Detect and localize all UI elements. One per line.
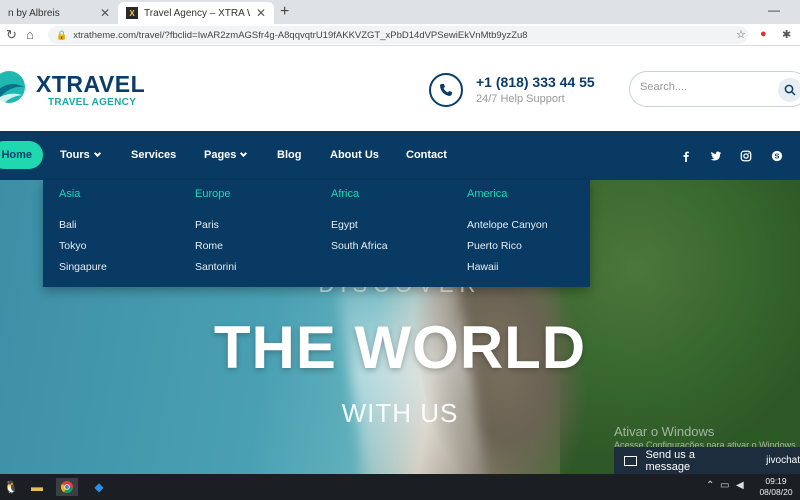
- tab-title: n by Albreis: [8, 7, 60, 19]
- nav-item-contact[interactable]: Contact: [406, 149, 447, 161]
- nav-item-services[interactable]: Services: [131, 149, 176, 161]
- mega-link[interactable]: Egypt: [331, 219, 358, 231]
- clock-date: 08/08/20: [759, 487, 793, 497]
- nav-item-label: Contact: [406, 149, 447, 161]
- url-field[interactable]: 🔒 xtratheme.com/travel/?fbclid=IwAR2zmAG…: [48, 26, 748, 44]
- hero-title: THE WORLD: [213, 314, 587, 381]
- logo-icon[interactable]: [0, 69, 26, 105]
- mega-heading-europe[interactable]: Europe: [195, 188, 230, 200]
- chevron-down-icon: [93, 149, 101, 158]
- mega-link[interactable]: Bali: [59, 219, 77, 231]
- main-navbar: Home Tours Services Pages Blog About Us …: [0, 131, 800, 180]
- home-icon[interactable]: ⌂: [26, 27, 34, 42]
- search-button[interactable]: [778, 78, 800, 102]
- mega-link[interactable]: Tokyo: [59, 240, 86, 252]
- site-header: XTRAVEL TRAVEL AGENCY +1 (818) 333 44 55…: [0, 47, 800, 131]
- windows-activation-title: Ativar o Windows: [614, 424, 715, 439]
- mega-heading-america[interactable]: America: [467, 188, 507, 200]
- skype-icon[interactable]: S: [770, 150, 784, 162]
- phone-number[interactable]: +1 (818) 333 44 55: [476, 74, 595, 90]
- mega-heading-africa[interactable]: Africa: [331, 188, 359, 200]
- close-icon[interactable]: ✕: [256, 6, 266, 20]
- mega-link[interactable]: Santorini: [195, 261, 236, 273]
- chevron-down-icon: [240, 149, 248, 158]
- mega-link[interactable]: South Africa: [331, 240, 388, 252]
- nav-item-tours[interactable]: Tours: [60, 149, 101, 161]
- browser-tab-active[interactable]: X Travel Agency – XTRA WordPres ✕: [118, 2, 274, 24]
- chat-widget[interactable]: Send us a message jivochat: [614, 447, 800, 474]
- search-icon: [784, 84, 796, 96]
- phone-icon: [429, 73, 463, 107]
- tours-mega-menu: Asia Bali Tokyo Singapure Europe Paris R…: [43, 180, 590, 287]
- search-input[interactable]: [640, 81, 770, 93]
- nav-item-pages[interactable]: Pages: [204, 149, 248, 161]
- close-icon[interactable]: ✕: [100, 6, 110, 20]
- puzzle-icon[interactable]: ✱: [782, 28, 791, 41]
- volume-icon[interactable]: ◀: [736, 480, 744, 491]
- nav-item-blog[interactable]: Blog: [277, 149, 301, 161]
- logo-title[interactable]: XTRAVEL: [36, 71, 145, 98]
- browser-tabbar: n by Albreis ✕ X Travel Agency – XTRA Wo…: [0, 0, 800, 24]
- chevron-up-icon[interactable]: ⌃: [706, 480, 714, 491]
- url-text: xtratheme.com/travel/?fbclid=IwAR2zmAGSf…: [73, 29, 528, 41]
- taskbar: 🐧 ▬ ◆ ⌃ ▭ ◀ 09:19 08/08/20: [0, 474, 800, 500]
- envelope-icon: [624, 455, 638, 466]
- mega-heading-asia[interactable]: Asia: [59, 188, 80, 200]
- star-icon[interactable]: ☆: [736, 28, 746, 41]
- minimize-icon[interactable]: —: [768, 3, 780, 17]
- svg-text:S: S: [774, 152, 779, 161]
- nav-item-label: Tours: [60, 149, 90, 161]
- lock-icon: 🔒: [56, 29, 68, 40]
- mega-link[interactable]: Paris: [195, 219, 219, 231]
- vscode-icon[interactable]: ◆: [88, 478, 110, 496]
- tab-title: Travel Agency – XTRA WordPres: [144, 7, 250, 19]
- phone-help-text: 24/7 Help Support: [476, 93, 565, 105]
- nav-item-about[interactable]: About Us: [330, 149, 379, 161]
- facebook-icon[interactable]: [679, 150, 693, 162]
- favicon-icon: X: [126, 7, 138, 19]
- new-tab-icon[interactable]: +: [280, 3, 289, 21]
- logo-subtitle: TRAVEL AGENCY: [48, 97, 137, 108]
- instagram-icon[interactable]: [739, 150, 753, 162]
- battery-icon: ▭: [720, 480, 730, 491]
- nav-item-label: Pages: [204, 149, 237, 161]
- extension-icon[interactable]: ●: [760, 28, 767, 40]
- nav-item-label: Home: [1, 149, 32, 161]
- mega-link[interactable]: Antelope Canyon: [467, 219, 548, 231]
- chat-label: Send us a message: [645, 448, 695, 473]
- linux-icon[interactable]: 🐧: [0, 478, 22, 496]
- chrome-icon[interactable]: [56, 478, 78, 496]
- nav-item-home[interactable]: Home: [0, 141, 43, 169]
- mega-link[interactable]: Hawaii: [467, 261, 499, 273]
- twitter-icon[interactable]: [709, 150, 723, 162]
- nav-item-label: About Us: [330, 149, 379, 161]
- taskbar-clock[interactable]: 09:19 08/08/20: [754, 476, 798, 498]
- mega-link[interactable]: Puerto Rico: [467, 240, 522, 252]
- nav-item-label: Blog: [277, 149, 302, 161]
- clock-time: 09:19: [765, 476, 787, 486]
- mega-link[interactable]: Singapure: [59, 261, 107, 273]
- browser-tab-inactive[interactable]: n by Albreis ✕: [0, 2, 118, 24]
- mega-link[interactable]: Rome: [195, 240, 223, 252]
- folder-icon[interactable]: ▬: [26, 478, 48, 496]
- chat-brand: jivochat: [766, 455, 800, 466]
- address-bar: ↻ ⌂ 🔒 xtratheme.com/travel/?fbclid=IwAR2…: [0, 24, 800, 46]
- nav-item-label: Services: [131, 149, 177, 161]
- search-box: [629, 71, 800, 107]
- reload-icon[interactable]: ↻: [6, 27, 17, 43]
